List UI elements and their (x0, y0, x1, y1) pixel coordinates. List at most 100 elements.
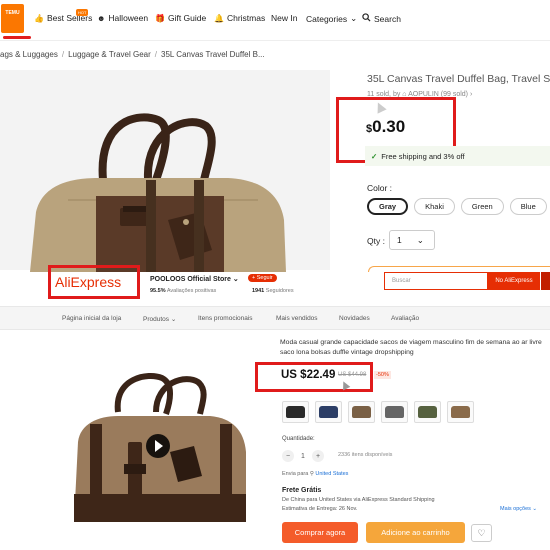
nav-halloween[interactable]: ☻ Halloween (97, 13, 148, 23)
tab-reviews[interactable]: Avaliação (391, 315, 419, 322)
add-to-cart-button[interactable]: Adicione ao carrinho (366, 522, 465, 543)
color-option-khaki[interactable]: Khaki (414, 198, 455, 215)
variant-thumbnail[interactable] (315, 401, 342, 423)
tab-store-home[interactable]: Página inicial da loja (62, 315, 121, 322)
temu-price: $0.30 (366, 117, 405, 137)
tab-promotions[interactable]: Itens promocionais (198, 315, 253, 322)
product-title: 35L Canvas Travel Duffel Bag, Travel Sto (367, 73, 550, 85)
wishlist-button[interactable]: ♡ (471, 524, 492, 542)
chevron-down-icon: ⌄ (350, 13, 358, 23)
play-video-icon[interactable] (146, 434, 170, 458)
bag-variant-icon (319, 406, 338, 418)
breadcrumb: ags & Luggages / Luggage & Travel Gear/35L… (0, 50, 265, 59)
tab-new-arrivals[interactable]: Novidades (339, 315, 370, 322)
variant-thumbnail[interactable] (381, 401, 408, 423)
variant-thumbnail[interactable] (447, 401, 474, 423)
color-option-gray[interactable]: Gray (367, 198, 409, 215)
bag-variant-icon (451, 406, 470, 418)
bag-variant-icon (385, 406, 404, 418)
breadcrumb-separator: / (61, 50, 65, 59)
store-tabs: Página inicial da loja Produtos ⌄ Itens … (0, 306, 550, 330)
buy-now-button[interactable]: Comprar agora (282, 522, 358, 543)
tab-products[interactable]: Produtos ⌄ (143, 315, 176, 323)
nav-gift-guide-label: Gift Guide (167, 13, 207, 23)
nav-new-in[interactable]: New In (271, 13, 297, 23)
nav-new-in-label: New In (271, 13, 298, 23)
quantity-value[interactable]: 1 (294, 453, 312, 460)
product-description: Moda casual grande capacidade sacos de v… (280, 339, 542, 356)
nav-christmas[interactable]: 🔔 Christmas (214, 13, 265, 23)
duffel-bag-image (30, 113, 286, 272)
search-store-button[interactable] (541, 272, 550, 290)
breadcrumb-item[interactable]: Luggage & Travel Gear (68, 50, 151, 59)
variant-thumbnail[interactable] (348, 401, 375, 423)
more-options-link[interactable]: Mais opções ⌄ (500, 506, 537, 512)
temu-nav-bar: TEMU 👍 Best Sellers HOT ☻ Halloween 🎁 Gi… (0, 0, 550, 40)
color-option-green[interactable]: Green (460, 198, 504, 215)
location-pin-icon: ⚲ (309, 471, 314, 477)
nav-gift-guide[interactable]: 🎁 Gift Guide (155, 13, 206, 23)
hot-badge: HOT (76, 9, 89, 16)
qty-select[interactable]: 1 ⌄ (389, 230, 435, 250)
search-aliexpress-button[interactable]: No AliExpress (488, 272, 540, 290)
bag-variant-icon (418, 406, 437, 418)
chevron-down-icon: ⌄ (170, 316, 177, 323)
bag-variant-icon (352, 406, 371, 418)
price-value: 0.30 (372, 117, 406, 136)
pumpkin-icon: ☻ (97, 13, 106, 23)
nav-search[interactable]: Search (362, 13, 401, 24)
decrement-button[interactable]: − (282, 450, 294, 462)
store-rating: 95.5% Avaliações positivas (150, 288, 216, 294)
chevron-down-icon: ⌄ (532, 506, 538, 512)
original-price: US $44.98 (338, 372, 367, 378)
quantity-stepper: − 1 + (282, 449, 326, 463)
quantity-label: Quantidade: (282, 436, 315, 442)
search-icon (362, 13, 371, 24)
followers-label: Seguidores (265, 288, 294, 294)
qty-label: Qty : (367, 236, 385, 246)
ship-to-label: Envia para (282, 471, 309, 477)
nav-divider (0, 40, 550, 41)
ship-to-country[interactable]: United States (315, 471, 348, 477)
bag-variant-icon (286, 406, 305, 418)
chevron-down-icon: ⌄ (416, 234, 424, 245)
breadcrumb-separator: / (154, 50, 158, 59)
nav-search-label: Search (374, 13, 401, 24)
bell-icon: 🔔 (214, 13, 224, 23)
store-name[interactable]: POOLOOS Official Store ⌄ (150, 275, 239, 283)
follow-button[interactable]: + Seguir (248, 274, 277, 282)
free-shipping-text: Free shipping and 3% off (381, 151, 465, 161)
temu-page: TEMU 👍 Best Sellers HOT ☻ Halloween 🎁 Gi… (0, 0, 550, 272)
free-shipping-banner: ✓ Free shipping and 3% off (365, 146, 550, 166)
increment-button[interactable]: + (312, 450, 324, 462)
gift-icon: 🎁 (155, 13, 165, 23)
available-count: 2336 itens disponíveis (338, 452, 393, 458)
ship-to: Envia para ⚲ United States (282, 471, 348, 477)
nav-halloween-label: Halloween (108, 13, 149, 23)
tab-best-sellers[interactable]: Mais vendidos (276, 315, 318, 322)
color-options: Gray Khaki Green Blue (367, 198, 550, 215)
nav-christmas-label: Christmas (226, 13, 266, 23)
nav-categories[interactable]: Categories ⌄ (306, 13, 357, 24)
search-input[interactable]: Buscar (384, 272, 488, 290)
color-option-blue[interactable]: Blue (509, 198, 547, 215)
thumbs-up-icon: 👍 (34, 13, 44, 23)
temu-logo[interactable]: TEMU (1, 4, 24, 33)
breadcrumb-current: 35L Canvas Travel Duffel B... (161, 50, 265, 59)
temu-logo-text: TEMU (5, 10, 20, 16)
variant-thumbnail[interactable] (282, 401, 309, 423)
discount-badge: -50% (374, 371, 391, 379)
chevron-right-icon: › (469, 91, 473, 98)
breadcrumb-item[interactable]: ags & Luggages (0, 50, 58, 59)
more-options-label: Mais opções (500, 506, 531, 512)
comparison-screenshot: TEMU 👍 Best Sellers HOT ☻ Halloween 🎁 Gi… (0, 0, 550, 550)
followers-value: 1941 (252, 288, 265, 294)
aliexpress-logo[interactable]: AliExpress (55, 274, 121, 290)
heart-icon: ♡ (477, 527, 486, 538)
variant-thumbnail[interactable] (414, 401, 441, 423)
rating-value: 95.5% (150, 288, 166, 294)
tab-products-label: Produtos (143, 316, 170, 323)
shipping-title: Frete Grátis (282, 487, 322, 494)
logo-underline-marker (3, 36, 31, 39)
ali-price: US $22.49 (281, 369, 336, 381)
